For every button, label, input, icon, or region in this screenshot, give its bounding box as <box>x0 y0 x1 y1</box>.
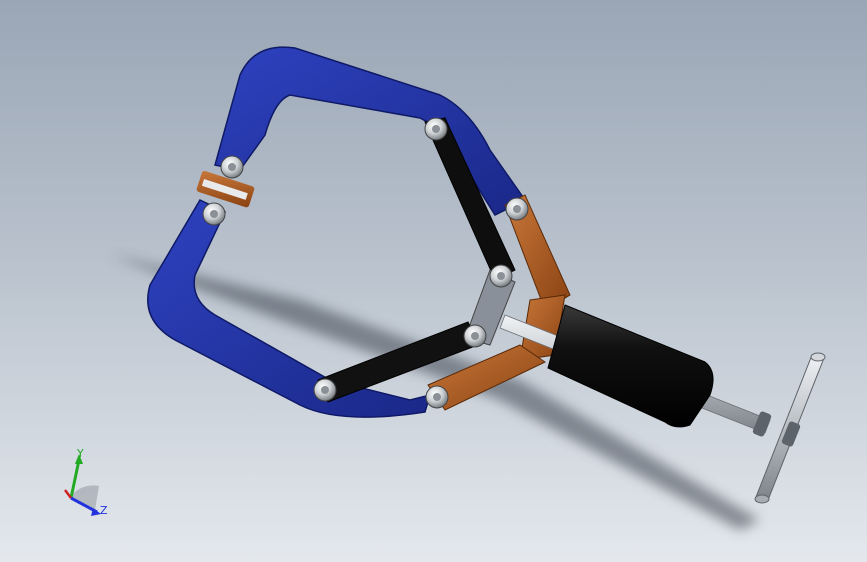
orientation-triad[interactable]: Y Z <box>55 448 115 520</box>
t-handle[interactable] <box>752 352 826 504</box>
triad-z-label: Z <box>100 504 108 517</box>
triad-y-label: Y <box>77 447 84 460</box>
hydraulic-cylinder[interactable] <box>547 304 714 428</box>
3d-model-viewport[interactable]: Y Z <box>0 0 867 562</box>
clamp-assembly-drawing <box>110 46 826 530</box>
x-axis-arrow <box>64 489 72 499</box>
